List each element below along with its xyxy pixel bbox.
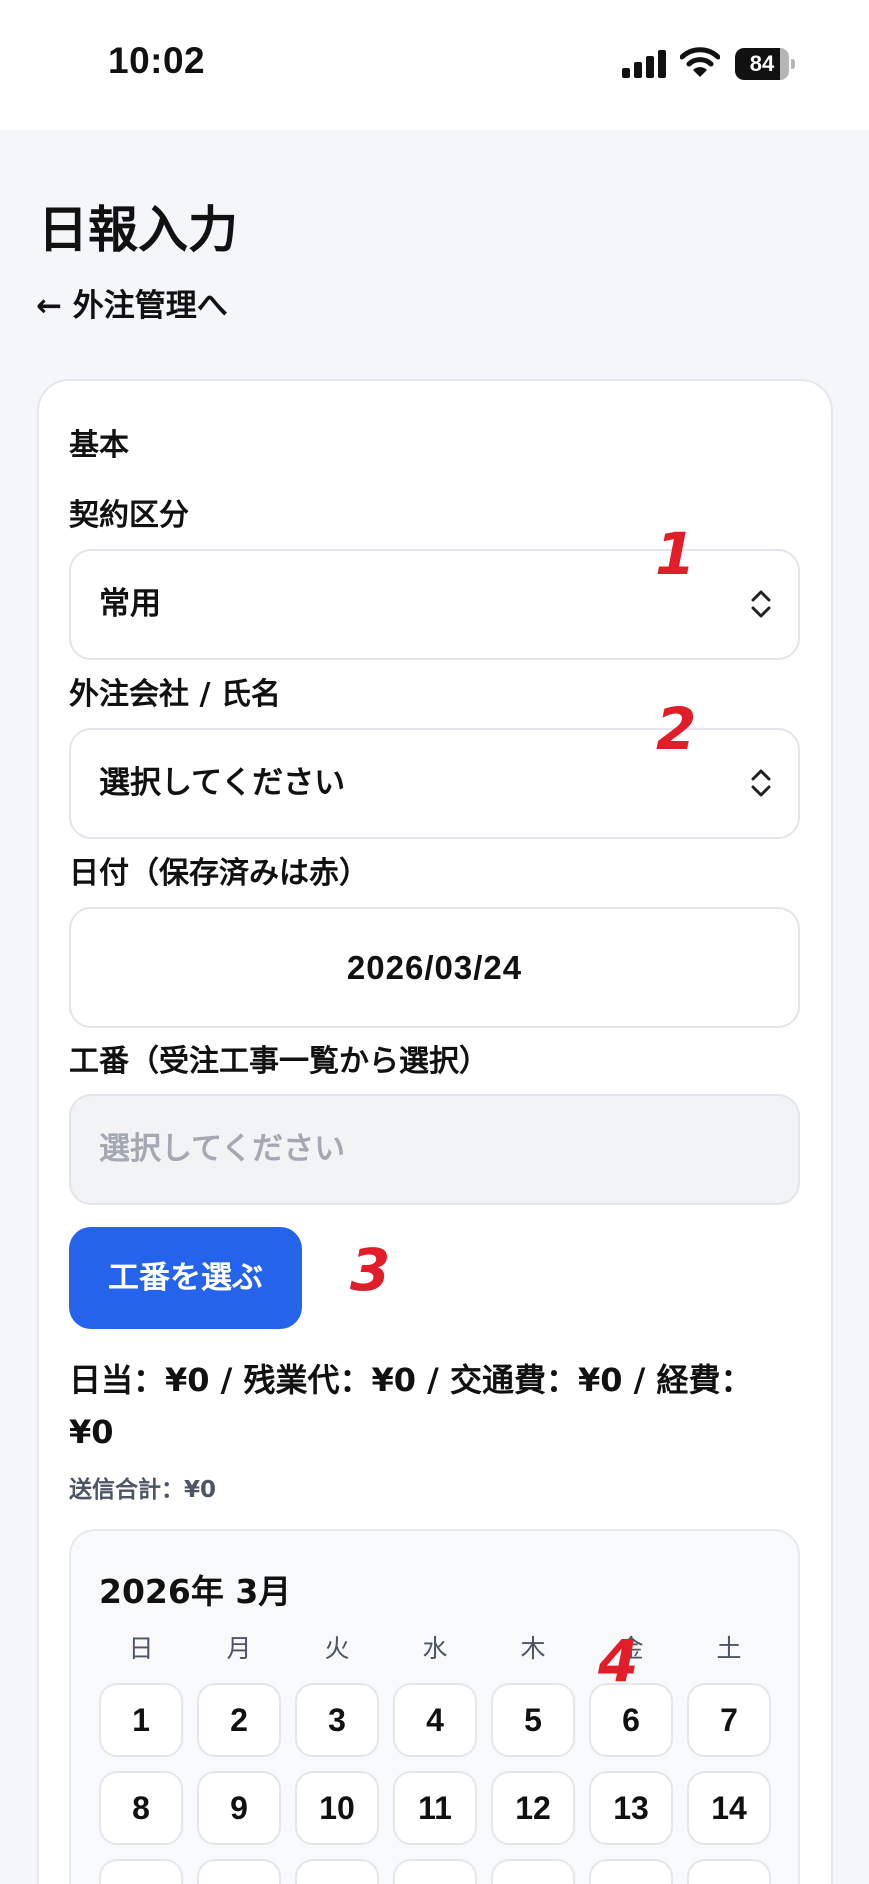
calendar-day[interactable]: 11 bbox=[393, 1771, 477, 1845]
date-field[interactable]: 2026/03/24 bbox=[69, 907, 800, 1028]
status-time: 10:02 bbox=[108, 40, 206, 81]
weekday-label: 水 bbox=[422, 1634, 448, 1663]
annotation-number: 2 bbox=[656, 695, 697, 763]
calendar-day[interactable]: 2 bbox=[197, 1683, 281, 1757]
weekday-label: 月 bbox=[226, 1634, 252, 1663]
calendar-day[interactable]: 5 bbox=[491, 1683, 575, 1757]
koban-field[interactable]: 選択してください bbox=[69, 1094, 800, 1205]
wifi-icon bbox=[680, 47, 720, 77]
calendar-day[interactable]: 14 bbox=[687, 1771, 771, 1845]
weekday-label: 木 bbox=[520, 1634, 546, 1663]
calendar-day[interactable]: 16 bbox=[197, 1859, 281, 1884]
annotation-number: 4 bbox=[598, 1627, 639, 1695]
battery-icon: 84 bbox=[735, 48, 795, 80]
amounts-summary: 日当：¥0 / 残業代：¥0 / 交通費：¥0 / 経費：¥0 bbox=[69, 1361, 753, 1451]
calendar-day[interactable]: 7 bbox=[687, 1683, 771, 1757]
send-total: 送信合計：¥0 bbox=[69, 1477, 217, 1503]
koban-placeholder: 選択してください bbox=[99, 1131, 346, 1167]
calendar-day[interactable]: 8 bbox=[99, 1771, 183, 1845]
calendar-day[interactable]: 17 bbox=[295, 1859, 379, 1884]
select-koban-button[interactable]: 工番を選ぶ bbox=[69, 1227, 302, 1329]
koban-label: 工番（受注工事一覧から選択） bbox=[69, 1044, 489, 1079]
vendor-label: 外注会社 / 氏名 bbox=[69, 677, 281, 712]
calendar-day[interactable]: 3 bbox=[295, 1683, 379, 1757]
calendar-day[interactable]: 13 bbox=[589, 1771, 673, 1845]
calendar-day[interactable]: 15 bbox=[99, 1859, 183, 1884]
weekday-label: 火 bbox=[324, 1634, 350, 1663]
calendar-day[interactable]: 19 bbox=[491, 1859, 575, 1884]
cellular-signal-icon bbox=[622, 50, 666, 78]
contract-type-value: 常用 bbox=[99, 586, 161, 622]
section-title: 基本 bbox=[69, 428, 129, 463]
date-value: 2026/03/24 bbox=[346, 949, 523, 986]
chevron-updown-icon bbox=[751, 769, 771, 797]
calendar-day[interactable]: 10 bbox=[295, 1771, 379, 1845]
calendar-day[interactable]: 4 bbox=[393, 1683, 477, 1757]
annotation-number: 1 bbox=[655, 520, 696, 588]
page-title: 日報入力 bbox=[38, 201, 238, 259]
calendar-day[interactable]: 18 bbox=[393, 1859, 477, 1884]
date-label: 日付（保存済みは赤） bbox=[69, 856, 369, 891]
vendor-value: 選択してください bbox=[99, 765, 346, 801]
weekday-label: 日 bbox=[128, 1634, 154, 1663]
calendar-day[interactable]: 9 bbox=[197, 1771, 281, 1845]
chevron-updown-icon bbox=[751, 590, 771, 618]
contract-type-label: 契約区分 bbox=[69, 498, 189, 533]
annotation-number: 3 bbox=[350, 1236, 391, 1304]
back-to-outsourcing-link[interactable]: ← 外注管理へ bbox=[36, 280, 228, 325]
battery-level: 84 bbox=[749, 51, 775, 76]
weekday-label: 土 bbox=[716, 1634, 742, 1663]
calendar-day[interactable]: 20 bbox=[589, 1859, 673, 1884]
calendar-day[interactable]: 12 bbox=[491, 1771, 575, 1845]
status-bar: 10:02 84 bbox=[0, 0, 869, 130]
calendar-month-title: 2026年 3月 bbox=[99, 1572, 292, 1611]
calendar-day[interactable]: 21 bbox=[687, 1859, 771, 1884]
calendar-day[interactable]: 1 bbox=[99, 1683, 183, 1757]
calendar: 2026年 3月 日 月 火 水 木 金 土 1 2 3 4 5 6 7 8 9… bbox=[69, 1529, 800, 1884]
